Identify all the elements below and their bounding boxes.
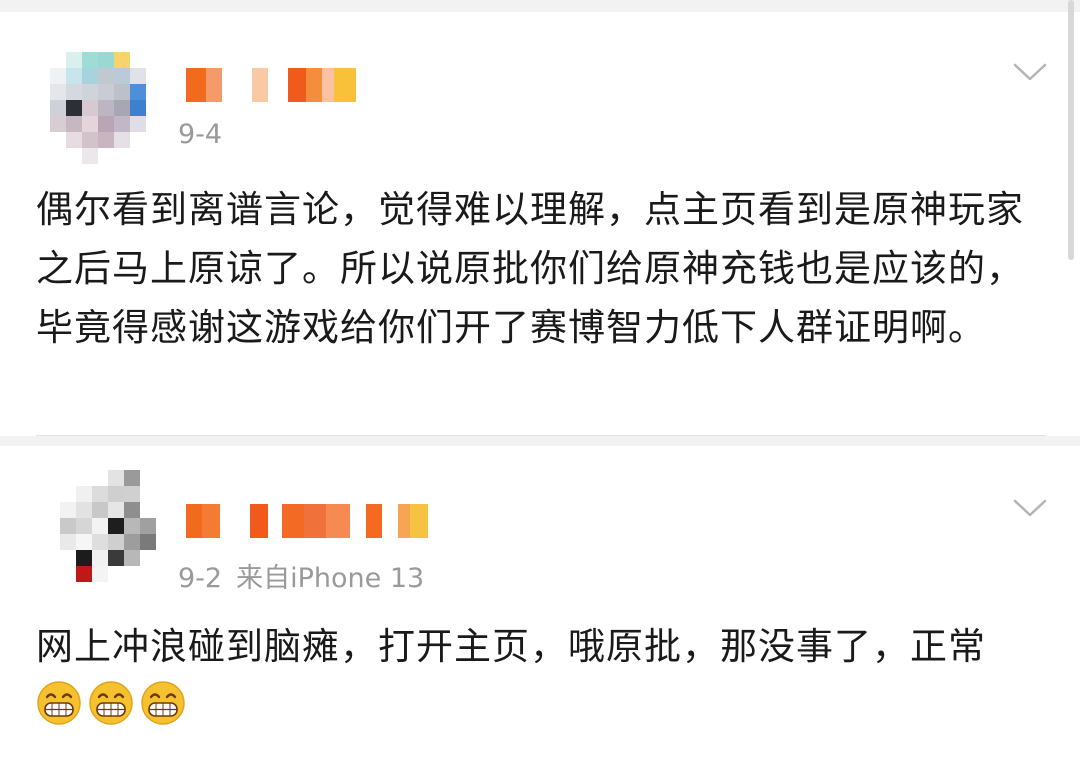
post-date: 9-2 [178,563,223,594]
grin-emoji [89,681,133,725]
username[interactable] [186,504,428,538]
avatar[interactable] [44,470,156,582]
post-text: 偶尔看到离谱言论，觉得难以理解，点主页看到是原神玩家之后马上原谅了。所以说原批你… [36,188,1024,349]
post-meta: 9-2 来自iPhone 13 [178,556,424,595]
emoji-row [36,681,192,727]
chevron-down-icon[interactable] [1013,498,1047,518]
comment-card: 9-2 来自iPhone 13 网上冲浪碰到脑瘫，打开主页，哦原批，那没事了，正常 [0,446,1080,759]
post-text: 网上冲浪碰到脑瘫，打开主页，哦原批，那没事了，正常 [36,617,1036,735]
grin-emoji [37,681,81,725]
post-meta: 9-4 [178,119,222,150]
feed: 9-4 偶尔看到离谱言论，觉得难以理解，点主页看到是原神玩家之后马上原谅了。所以… [0,0,1080,759]
post-date: 9-4 [178,119,223,150]
username[interactable] [186,68,356,102]
scrollbar[interactable] [1068,0,1074,260]
avatar[interactable] [50,52,162,164]
post-text-body: 网上冲浪碰到脑瘫，打开主页，哦原批，那没事了，正常 [36,625,986,668]
post-source: 来自iPhone 13 [236,563,425,594]
chevron-down-icon[interactable] [1013,62,1047,82]
grin-emoji [141,681,185,725]
comment-card: 9-4 偶尔看到离谱言论，觉得难以理解，点主页看到是原神玩家之后马上原谅了。所以… [0,12,1080,436]
divider [36,435,1046,436]
